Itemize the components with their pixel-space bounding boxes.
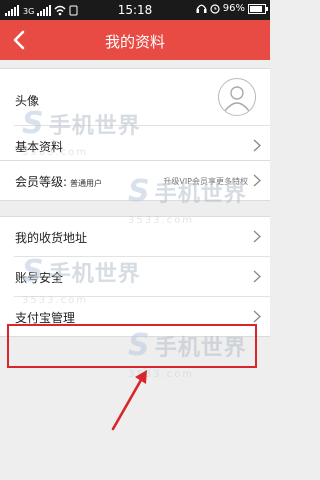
battery-icon [248, 3, 268, 14]
avatar-row[interactable]: 头像 [0, 69, 270, 125]
member-level-title: 会员等级: [15, 175, 68, 189]
account-group: 我的收货地址 账号安全 支付宝管理 [0, 216, 270, 337]
chevron-right-icon [253, 230, 261, 243]
member-level-label: 会员等级: 普通用户 [15, 173, 102, 190]
app-header: 我的资料 [0, 20, 270, 60]
chevron-right-icon [253, 139, 261, 152]
pointer-arrow-icon [111, 370, 147, 431]
basic-info-label: 基本资料 [15, 140, 64, 154]
basic-info-row[interactable]: 基本资料 [14, 125, 270, 165]
battery-percent: 96% [222, 3, 245, 14]
alarm-icon [210, 4, 220, 14]
member-group: 会员等级: 普通用户 升级VIP会员享更多特权 [0, 160, 270, 201]
chevron-right-icon [253, 310, 261, 323]
highlight-box [7, 324, 257, 368]
member-upgrade-hint: 升级VIP会员享更多特权 [163, 177, 248, 186]
account-security-row[interactable]: 账号安全 [14, 256, 270, 296]
chevron-right-icon [253, 270, 261, 283]
profile-group: 头像 基本资料 [0, 68, 270, 166]
chevron-right-icon [253, 174, 261, 187]
address-label: 我的收货地址 [15, 231, 88, 245]
page-title: 我的资料 [104, 33, 165, 51]
avatar[interactable] [218, 78, 256, 116]
member-level-value: 普通用户 [70, 179, 103, 188]
address-row[interactable]: 我的收货地址 [0, 217, 270, 256]
user-placeholder-icon [224, 86, 250, 112]
account-security-label: 账号安全 [15, 271, 64, 285]
member-level-row[interactable]: 会员等级: 普通用户 升级VIP会员享更多特权 [0, 161, 270, 200]
avatar-label: 头像 [15, 94, 40, 108]
status-bar: 3G 15:18 96% [0, 0, 270, 20]
headphones-icon [196, 4, 207, 13]
